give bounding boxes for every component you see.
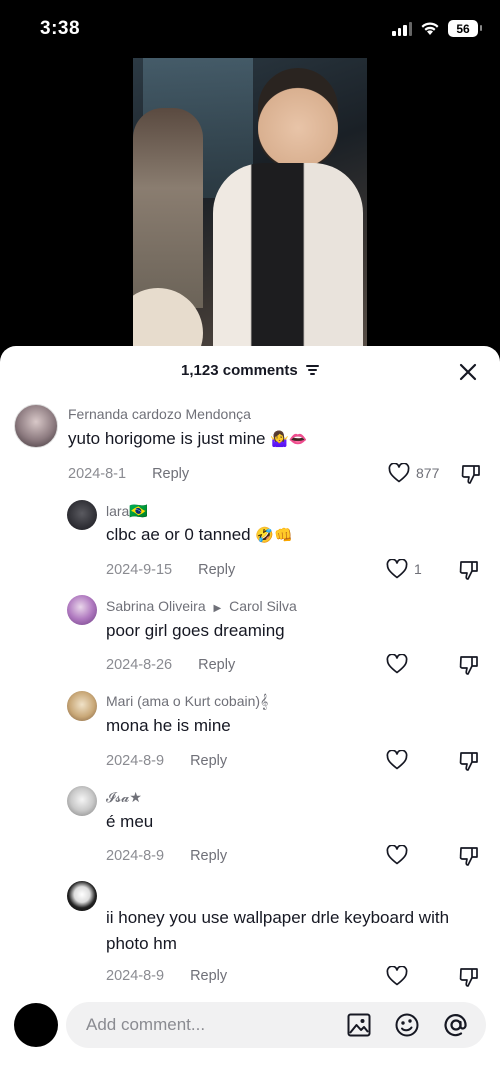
- at-icon[interactable]: [443, 1012, 469, 1038]
- status-icons: 56: [392, 20, 482, 37]
- filter-icon[interactable]: [305, 365, 319, 375]
- heart-icon: [386, 966, 408, 986]
- comment-meta: 2024-8-9 Reply: [106, 848, 227, 864]
- like-count: 1: [414, 561, 422, 577]
- comment-emoji: 🤣👊: [255, 527, 293, 544]
- comment-meta: 2024-8-26 Reply: [106, 657, 235, 673]
- comment-meta: 2024-8-1 Reply: [68, 466, 189, 482]
- screen: 3:38 56 1,123 comments Fernanda cardozo …: [0, 0, 500, 1083]
- thumbs-down-icon[interactable]: [458, 559, 480, 581]
- reply-button[interactable]: Reply: [198, 657, 235, 673]
- battery-icon: 56: [448, 20, 482, 37]
- avatar[interactable]: [67, 691, 97, 721]
- heart-icon: [386, 559, 408, 579]
- comment-emoji: 🤷‍♀️👄: [270, 431, 308, 448]
- comment-text: ii honey you use wallpaper drle keyboard…: [106, 908, 450, 953]
- like-button[interactable]: 877: [388, 463, 439, 483]
- my-avatar[interactable]: [14, 1003, 58, 1047]
- video-player[interactable]: [133, 58, 367, 358]
- status-bar: 3:38 56: [0, 0, 500, 58]
- sheet-header: 1,123 comments: [0, 346, 500, 396]
- comment-username[interactable]: Mari (ama o Kurt cobain)𝄞: [106, 693, 268, 710]
- avatar[interactable]: [67, 786, 97, 816]
- heart-icon: [386, 654, 408, 674]
- comment-text: yuto horigome is just mine 🤷‍♀️👄: [68, 429, 308, 448]
- reply-button[interactable]: Reply: [152, 466, 189, 482]
- reply-button[interactable]: Reply: [190, 753, 227, 769]
- avatar[interactable]: [67, 500, 97, 530]
- reply-arrow-icon: ▶: [213, 603, 222, 614]
- comment-meta: 2024-8-9 Reply: [106, 753, 227, 769]
- comments-sheet: 1,123 comments Fernanda cardozo Mendonça…: [0, 346, 500, 1083]
- thumbs-down-icon[interactable]: [460, 463, 482, 485]
- reply-button[interactable]: Reply: [190, 848, 227, 864]
- comment-input-bar: [0, 1000, 500, 1083]
- comment-text: poor girl goes dreaming: [106, 621, 285, 640]
- comment-username[interactable]: lara🇧🇷: [106, 502, 148, 520]
- comment-username[interactable]: 𝓘𝓼𝓪★: [106, 789, 142, 806]
- thumbs-down-icon[interactable]: [458, 750, 480, 772]
- heart-icon: [386, 845, 408, 865]
- avatar[interactable]: [14, 404, 58, 448]
- image-icon[interactable]: [346, 1012, 372, 1038]
- like-button[interactable]: 1: [386, 559, 422, 579]
- emoji-icon[interactable]: [394, 1012, 420, 1038]
- like-button[interactable]: [386, 750, 408, 770]
- comment-username[interactable]: Fernanda cardozo Mendonça: [68, 406, 251, 422]
- comment-username[interactable]: Sabrina Oliveira ▶ Carol Silva: [106, 598, 297, 614]
- comment-date: 2024-9-15: [106, 562, 173, 578]
- comment-meta: 2024-9-15 Reply: [106, 562, 235, 578]
- comment-text: mona he is mine: [106, 716, 231, 735]
- comment-date: 2024-8-26: [106, 657, 173, 673]
- thumbs-down-icon[interactable]: [458, 654, 480, 676]
- comment-date: 2024-8-9: [106, 753, 165, 769]
- avatar[interactable]: [67, 595, 97, 625]
- avatar[interactable]: [67, 881, 97, 911]
- comment-count: 1,123 comments: [181, 362, 298, 379]
- like-button[interactable]: [386, 845, 408, 865]
- status-time: 3:38: [40, 18, 81, 39]
- thumbs-down-icon[interactable]: [458, 966, 480, 988]
- thumbs-down-icon[interactable]: [458, 845, 480, 867]
- reply-button[interactable]: Reply: [198, 562, 235, 578]
- comment-count-header[interactable]: 1,123 comments: [0, 362, 500, 379]
- comment-input-container[interactable]: [66, 1002, 486, 1048]
- comment-input[interactable]: [86, 1002, 336, 1048]
- close-icon[interactable]: [458, 362, 478, 382]
- reply-button[interactable]: Reply: [190, 968, 227, 984]
- like-button[interactable]: [386, 966, 408, 986]
- comment-date: 2024-8-9: [106, 848, 165, 864]
- heart-icon: [386, 750, 408, 770]
- signal-icon: [392, 21, 412, 36]
- wifi-icon: [421, 22, 439, 35]
- comment-text: é meu: [106, 812, 154, 831]
- comment-meta: 2024-8-9 Reply: [106, 968, 227, 984]
- comment-text: clbc ae or 0 tanned 🤣👊: [106, 525, 293, 544]
- reply-to-username[interactable]: Carol Silva: [229, 598, 297, 614]
- like-button[interactable]: [386, 654, 408, 674]
- comment-date: 2024-8-1: [68, 466, 127, 482]
- comment-date: 2024-8-9: [106, 968, 165, 984]
- heart-icon: [388, 463, 410, 483]
- like-count: 877: [416, 465, 440, 481]
